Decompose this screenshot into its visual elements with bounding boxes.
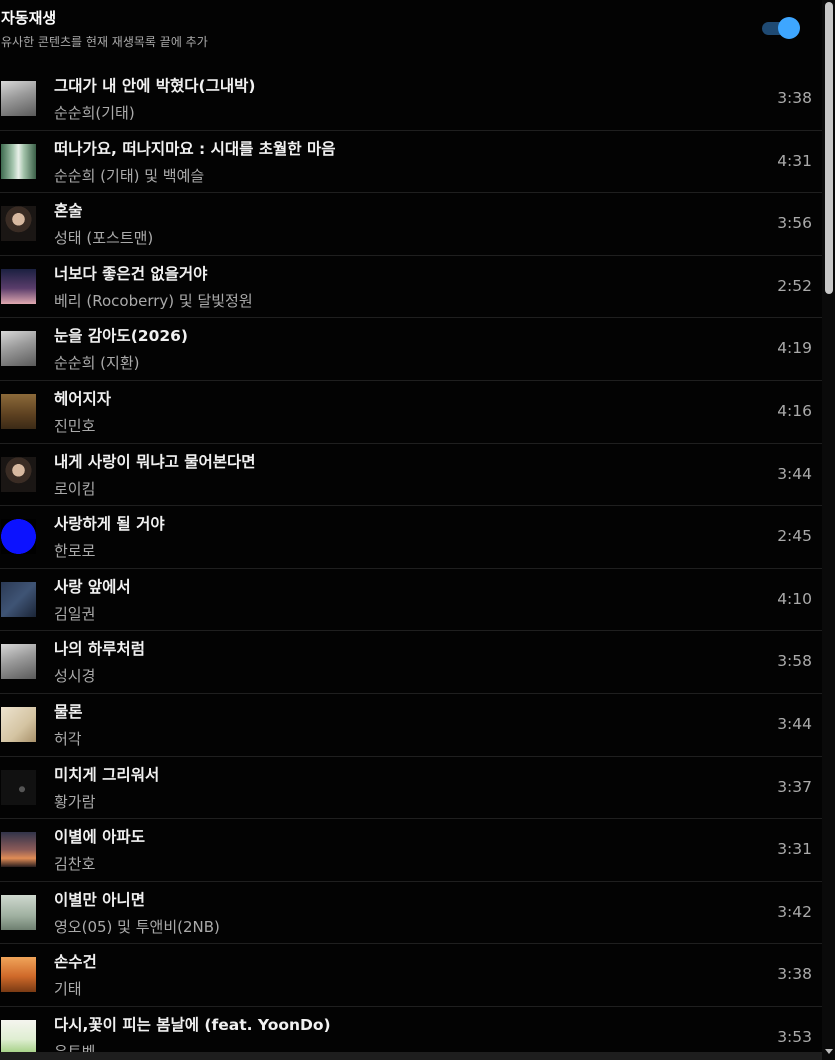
album-art[interactable] xyxy=(1,706,36,742)
album-art[interactable] xyxy=(1,143,36,179)
album-art[interactable] xyxy=(1,519,36,555)
track-title: 사랑하게 될 거야 xyxy=(54,515,165,534)
album-art[interactable] xyxy=(1,581,36,617)
track-title: 이별에 아파도 xyxy=(54,828,145,847)
track-artist[interactable]: 허각 xyxy=(54,728,82,749)
track-row[interactable]: 눈을 감아도(2026) 순순희 (지환) 4:19 xyxy=(0,318,822,381)
track-title: 물론 xyxy=(54,702,83,721)
track-duration: 3:37 xyxy=(777,777,812,796)
track-row[interactable]: 헤어지자진민호 4:16 xyxy=(0,381,822,444)
album-art[interactable] xyxy=(1,644,36,680)
track-duration: 3:38 xyxy=(777,89,812,107)
track-artist[interactable]: 로이킴 xyxy=(54,478,95,499)
track-duration: 3:56 xyxy=(777,214,812,233)
album-art[interactable] xyxy=(1,832,36,868)
track-row[interactable]: 미치게 그리워서황가람 3:37 xyxy=(0,757,822,820)
track-row[interactable]: 사랑 앞에서김일권 4:10 xyxy=(0,569,822,632)
track-duration: 4:10 xyxy=(777,589,812,608)
autoplay-subtitle: 유사한 콘텐츠를 현재 재생목록 끝에 추가 xyxy=(1,35,208,49)
track-row[interactable]: 내게 사랑이 뭐냐고 물어본다면로이킴 3:44 xyxy=(0,444,822,507)
track-row[interactable]: 손수건기태 3:38 xyxy=(0,944,822,1007)
track-row[interactable]: 혼술성태 (포스트맨) 3:56 xyxy=(0,193,822,256)
album-art[interactable] xyxy=(1,331,36,367)
track-artist[interactable]: 베리 (Rocoberry) 및 달빛정원 xyxy=(54,290,253,311)
track-title: 손수건 xyxy=(54,953,97,972)
track-duration: 3:31 xyxy=(777,840,812,859)
track-title: 다시,꽃이 피는 봄날에 (feat. YoonDo) xyxy=(54,1015,331,1034)
track-duration: 3:58 xyxy=(777,652,812,671)
album-art[interactable] xyxy=(1,769,36,805)
track-artist[interactable]: 순순희 (기태) 및 백예슬 xyxy=(54,165,204,186)
track-artist[interactable]: 성태 (포스트맨) xyxy=(54,227,153,248)
bottom-bar xyxy=(0,1052,822,1060)
autoplay-queue-panel: 자동재생 유사한 콘텐츠를 현재 재생목록 끝에 추가 그대가 내 안에 박혔다… xyxy=(0,0,835,1060)
track-row[interactable]: 이별만 아니면영오(05) 및 투앤비(2NB) 3:42 xyxy=(0,882,822,945)
album-art[interactable] xyxy=(1,206,36,242)
album-art[interactable] xyxy=(1,81,36,116)
scrollbar-thumb[interactable] xyxy=(825,2,833,294)
track-row[interactable]: 나의 하루처럼성시경 3:58 xyxy=(0,631,822,694)
track-row[interactable]: 떠나가요, 떠나지마요 : 시대를 초월한 마음순순희 (기태) 및 백예슬 4:… xyxy=(0,131,822,194)
track-duration: 3:44 xyxy=(777,464,812,483)
track-duration: 3:44 xyxy=(777,714,812,733)
album-art[interactable] xyxy=(1,268,36,304)
track-title: 눈을 감아도(2026) xyxy=(54,327,189,346)
autoplay-title: 자동재생 xyxy=(1,9,57,27)
scroll-down-arrow-icon[interactable] xyxy=(825,1049,833,1054)
album-art[interactable] xyxy=(1,1019,36,1055)
album-art[interactable] xyxy=(1,957,36,993)
toggle-knob xyxy=(778,17,800,39)
track-artist[interactable]: 기태 xyxy=(54,978,82,999)
track-duration: 4:31 xyxy=(777,151,812,170)
track-title: 헤어지자 xyxy=(54,389,112,408)
track-artist[interactable]: 김일권 xyxy=(54,603,95,624)
track-row[interactable]: 사랑하게 될 거야한로로 2:45 xyxy=(0,506,822,569)
album-art[interactable] xyxy=(1,894,36,930)
track-title: 떠나가요, 떠나지마요 : 시대를 초월한 마음 xyxy=(54,139,336,158)
album-art[interactable] xyxy=(1,456,36,492)
track-duration: 4:19 xyxy=(777,339,812,358)
track-artist[interactable]: 순순희 (지환) xyxy=(54,352,139,373)
track-duration: 2:52 xyxy=(777,276,812,295)
track-title: 나의 하루처럼 xyxy=(54,640,145,659)
album-art[interactable] xyxy=(1,393,36,429)
track-artist[interactable]: 영오(05) 및 투앤비(2NB) xyxy=(54,916,220,937)
track-artist[interactable]: 진민호 xyxy=(54,415,95,436)
autoplay-header: 자동재생 유사한 콘텐츠를 현재 재생목록 끝에 추가 xyxy=(0,0,822,66)
track-row[interactable]: 물론허각 3:44 xyxy=(0,694,822,757)
track-artist[interactable]: 한로로 xyxy=(54,540,95,561)
track-duration: 4:16 xyxy=(777,401,812,420)
track-title: 사랑 앞에서 xyxy=(54,577,131,596)
autoplay-toggle[interactable] xyxy=(760,17,802,39)
track-title: 이별만 아니면 xyxy=(54,890,145,909)
track-artist[interactable]: 순순희(기태) xyxy=(54,102,135,123)
track-title: 내게 사랑이 뭐냐고 물어본다면 xyxy=(54,452,256,471)
track-row[interactable]: 너보다 좋은건 없을거야베리 (Rocoberry) 및 달빛정원 2:52 xyxy=(0,256,822,319)
track-list: 그대가 내 안에 박혔다(그내박) 순순희(기태) 3:38 떠나가요, 떠나지마요 … xyxy=(0,68,822,1060)
track-title: 미치게 그리워서 xyxy=(54,765,160,784)
track-title: 너보다 좋은건 없을거야 xyxy=(54,264,208,283)
track-artist[interactable]: 성시경 xyxy=(54,665,95,686)
track-artist[interactable]: 황가람 xyxy=(54,791,95,812)
track-duration: 3:42 xyxy=(777,902,812,921)
scrollbar[interactable] xyxy=(822,0,835,1060)
track-row[interactable]: 이별에 아파도김찬호 3:31 xyxy=(0,819,822,882)
track-title: 혼술 xyxy=(54,202,83,221)
track-artist[interactable]: 김찬호 xyxy=(54,853,95,874)
track-duration: 3:38 xyxy=(777,965,812,984)
track-duration: 2:45 xyxy=(777,527,812,546)
track-title: 그대가 내 안에 박혔다(그내박) xyxy=(54,77,256,95)
track-row[interactable]: 그대가 내 안에 박혔다(그내박) 순순희(기태) 3:38 xyxy=(0,68,822,131)
track-duration: 3:53 xyxy=(777,1027,812,1046)
